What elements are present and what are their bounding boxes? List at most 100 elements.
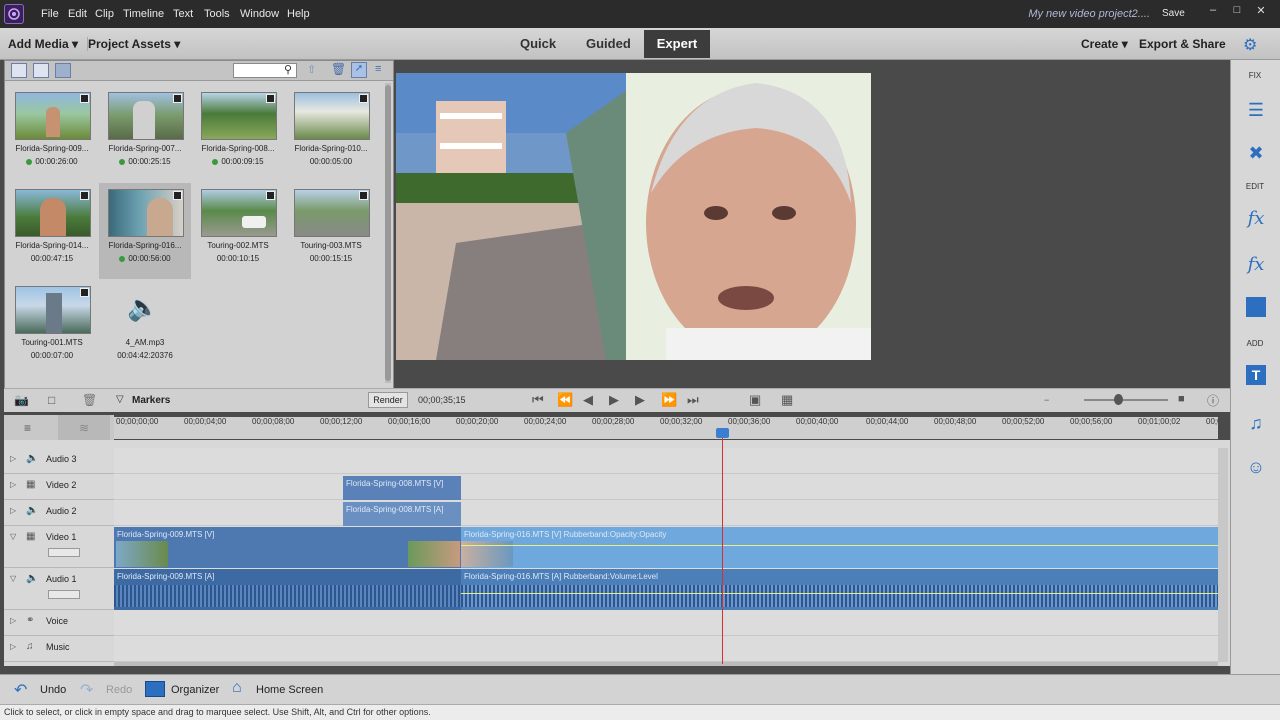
view-audio-icon[interactable] bbox=[55, 63, 71, 78]
tracks-vscroll[interactable] bbox=[1218, 448, 1228, 662]
tab-quick[interactable]: Quick bbox=[520, 36, 556, 51]
pin-icon[interactable]: ➚ bbox=[351, 62, 367, 78]
fit-to-screen-icon[interactable]: ▣ bbox=[749, 392, 761, 408]
track-header-music[interactable]: ▷ ♫ Music bbox=[4, 636, 114, 662]
organizer-button[interactable]: Organizer bbox=[171, 684, 219, 696]
fast-forward-icon[interactable]: ⏩ bbox=[661, 392, 677, 408]
collapse-arrow-icon[interactable]: ▽ bbox=[10, 532, 16, 541]
track-header-voice[interactable]: ▷ ⚭ Voice bbox=[4, 610, 114, 636]
asset-tile[interactable]: Touring-003.MTS 00:00:15:15 bbox=[285, 183, 377, 279]
export-share-button[interactable]: Export & Share bbox=[1139, 37, 1226, 51]
asset-tile[interactable]: Florida-Spring-008... 00:00:09:15 bbox=[192, 86, 284, 182]
markers-menu[interactable]: Markers bbox=[132, 395, 170, 406]
opacity-rubberband[interactable] bbox=[461, 545, 1218, 546]
expand-arrow-icon[interactable]: ▷ bbox=[10, 642, 16, 651]
audio-waveform-toggle-icon[interactable]: ≋ bbox=[58, 415, 110, 441]
redo-button[interactable]: Redo bbox=[106, 684, 132, 696]
crop-icon[interactable]: □ bbox=[48, 393, 55, 407]
maximize-icon[interactable]: □ bbox=[1226, 4, 1248, 22]
menu-window[interactable]: Window bbox=[240, 8, 279, 20]
expand-arrow-icon[interactable]: ▷ bbox=[10, 506, 16, 515]
track-header-video2[interactable]: ▷ ▦ Video 2 bbox=[4, 474, 114, 500]
tab-expert[interactable]: Expert bbox=[644, 30, 710, 58]
save-button[interactable]: Save bbox=[1162, 8, 1185, 19]
menu-file[interactable]: File bbox=[41, 8, 59, 20]
play-icon[interactable]: ▶ bbox=[609, 392, 619, 408]
asset-tile[interactable]: Florida-Spring-010... 00:00:05:00 bbox=[285, 86, 377, 182]
music-icon[interactable]: ♫ bbox=[1243, 410, 1269, 436]
go-to-start-icon[interactable]: ⏮ bbox=[532, 392, 544, 408]
clip-video2[interactable]: Florida-Spring-008.MTS [V] bbox=[343, 476, 461, 500]
expand-arrow-icon[interactable]: ▷ bbox=[10, 480, 16, 489]
lane-audio2[interactable] bbox=[114, 500, 1218, 526]
home-icon[interactable]: ⌂ bbox=[232, 679, 242, 697]
menu-timeline[interactable]: Timeline bbox=[123, 8, 164, 20]
search-icon[interactable]: ⚲ bbox=[284, 63, 292, 76]
playhead-line[interactable] bbox=[722, 428, 723, 664]
lane-audio3[interactable] bbox=[114, 448, 1218, 474]
organizer-icon[interactable] bbox=[145, 681, 165, 697]
undo-button[interactable]: Undo bbox=[40, 684, 66, 696]
step-forward-icon[interactable]: ▶ bbox=[635, 392, 645, 408]
clip-video1-b[interactable]: Florida-Spring-016.MTS [V] Rubberband:Op… bbox=[461, 527, 1218, 568]
create-button[interactable]: Create ▾ bbox=[1081, 37, 1128, 51]
delete-icon[interactable]: 🗑 bbox=[82, 393, 97, 407]
playhead-handle[interactable] bbox=[716, 428, 729, 438]
track-options-icon[interactable]: ≡ bbox=[24, 421, 31, 435]
effects-icon[interactable]: fx bbox=[1243, 252, 1269, 278]
keyframe-controls[interactable] bbox=[48, 548, 80, 557]
volume-rubberband[interactable] bbox=[461, 593, 1218, 594]
asset-tile[interactable]: Florida-Spring-009... 00:00:26:00 bbox=[6, 86, 98, 182]
clip-audio1-b[interactable]: Florida-Spring-016.MTS [A] Rubberband:Vo… bbox=[461, 569, 1218, 610]
menu-text[interactable]: Text bbox=[173, 8, 193, 20]
collapse-arrow-icon[interactable]: ▽ bbox=[10, 574, 16, 583]
track-header-video1[interactable]: ▽ ▦ Video 1 bbox=[4, 526, 114, 568]
assets-scroll-thumb[interactable] bbox=[385, 85, 391, 381]
menu-clip[interactable]: Clip bbox=[95, 8, 114, 20]
keyframe-controls[interactable] bbox=[48, 590, 80, 599]
menu-tools[interactable]: Tools bbox=[204, 8, 230, 20]
clip-audio2[interactable]: Florida-Spring-008.MTS [A] bbox=[343, 502, 461, 526]
zoom-in-icon[interactable]: ■ bbox=[1178, 393, 1185, 405]
minimize-icon[interactable]: – bbox=[1202, 4, 1224, 22]
asset-tile[interactable]: Touring-001.MTS 00:00:07:00 bbox=[6, 280, 98, 376]
step-back-icon[interactable]: ◀ bbox=[583, 392, 593, 408]
zoom-out-icon[interactable]: − bbox=[1044, 395, 1049, 405]
asset-tile[interactable]: Florida-Spring-007... 00:00:25:15 bbox=[99, 86, 191, 182]
expand-arrow-icon[interactable]: ▷ bbox=[10, 454, 16, 463]
redo-icon[interactable]: ↷ bbox=[80, 680, 93, 700]
track-header-audio2[interactable]: ▷ 🔈 Audio 2 bbox=[4, 500, 114, 526]
video-preview[interactable] bbox=[396, 73, 871, 360]
tab-guided[interactable]: Guided bbox=[586, 36, 631, 51]
render-button[interactable]: Render bbox=[368, 392, 408, 408]
panel-menu-icon[interactable]: ≡ bbox=[375, 63, 381, 75]
full-screen-icon[interactable]: ▦ bbox=[781, 392, 793, 408]
help-icon[interactable]: ⓘ bbox=[1207, 392, 1219, 409]
trash-icon[interactable]: 🗑 bbox=[331, 62, 346, 76]
menu-help[interactable]: Help bbox=[287, 8, 310, 20]
clip-audio1-a[interactable]: Florida-Spring-009.MTS [A] bbox=[114, 569, 461, 610]
lane-voice[interactable] bbox=[114, 610, 1218, 636]
adjust-sliders-icon[interactable]: ☰ bbox=[1243, 97, 1269, 123]
lane-video2[interactable] bbox=[114, 474, 1218, 500]
transitions-icon[interactable] bbox=[1246, 297, 1266, 317]
zoom-slider-thumb[interactable] bbox=[1114, 394, 1123, 405]
view-video-icon[interactable] bbox=[11, 63, 27, 78]
camera-icon[interactable]: 📷 bbox=[14, 393, 29, 407]
titles-icon[interactable]: T bbox=[1246, 365, 1266, 385]
asset-tile[interactable]: 🔈 4_AM.mp3 00:04:42:20376 bbox=[99, 280, 191, 376]
asset-tile-selected[interactable]: Florida-Spring-016... 00:00:56:00 bbox=[99, 183, 191, 279]
expand-arrow-icon[interactable]: ▷ bbox=[10, 616, 16, 625]
home-screen-button[interactable]: Home Screen bbox=[256, 684, 323, 696]
track-header-audio3[interactable]: ▷ 🔈 Audio 3 bbox=[4, 448, 114, 474]
track-header-audio1[interactable]: ▽ 🔈 Audio 1 bbox=[4, 568, 114, 610]
settings-gear-icon[interactable]: ⚙ bbox=[1243, 35, 1257, 55]
add-media-button[interactable]: Add Media ▾ bbox=[8, 37, 78, 51]
clip-video1-a[interactable]: Florida-Spring-009.MTS [V] bbox=[114, 527, 461, 568]
folder-up-icon[interactable]: ⇧ bbox=[307, 63, 316, 76]
close-icon[interactable]: ✕ bbox=[1250, 4, 1272, 22]
time-ruler[interactable]: 00;00;00;00 00;00;04;00 00;00;08;00 00;0… bbox=[114, 417, 1218, 439]
view-image-icon[interactable] bbox=[33, 63, 49, 78]
asset-tile[interactable]: Touring-002.MTS 00:00:10:15 bbox=[192, 183, 284, 279]
rewind-icon[interactable]: ⏪ bbox=[557, 392, 573, 408]
